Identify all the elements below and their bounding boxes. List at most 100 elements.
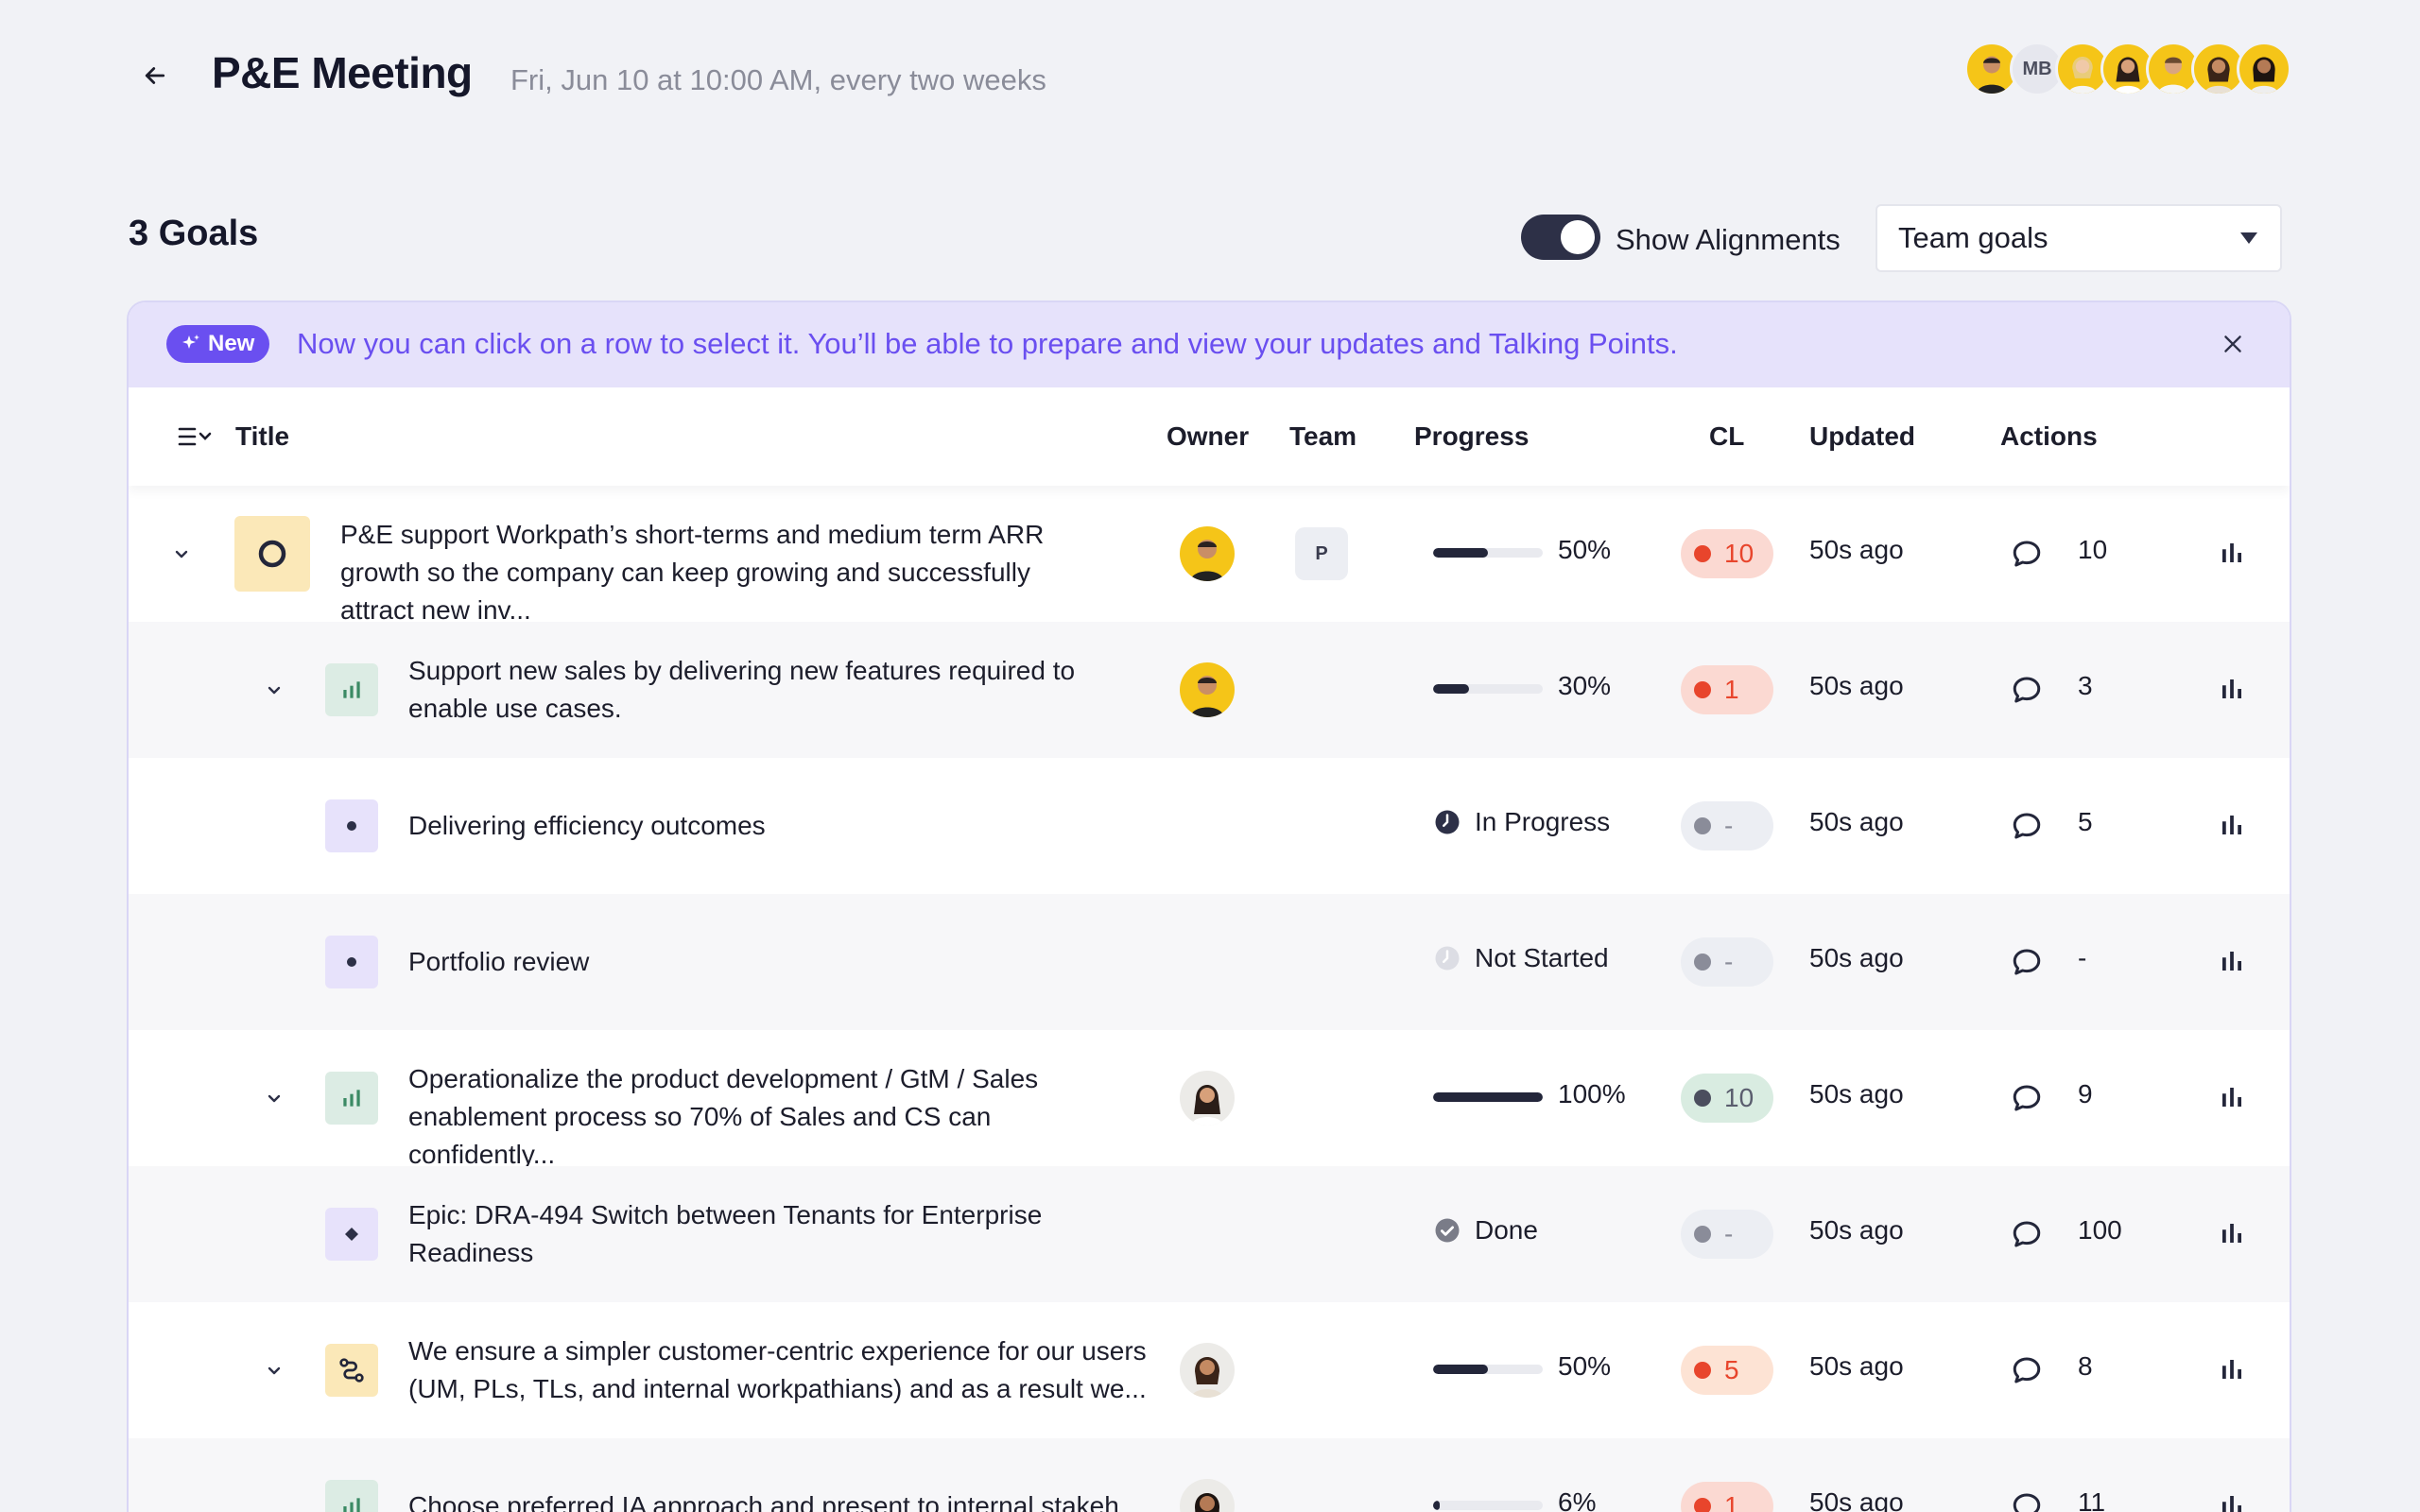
owner-avatar[interactable] xyxy=(1180,1071,1235,1125)
comment-icon[interactable] xyxy=(2010,1353,2044,1387)
column-header-team[interactable]: Team xyxy=(1289,387,1357,486)
confidence-level-badge[interactable]: 10 xyxy=(1681,1074,1773,1123)
bar-chart-icon[interactable] xyxy=(2218,947,2246,975)
bar-chart-icon[interactable] xyxy=(2218,1355,2246,1383)
column-header-title[interactable]: Title xyxy=(235,387,289,486)
page-title: P&E Meeting xyxy=(212,48,473,97)
comment-count: 100 xyxy=(2078,1215,2122,1245)
column-header-updated[interactable]: Updated xyxy=(1809,387,1915,486)
arrow-left-icon xyxy=(145,67,165,84)
table-row[interactable]: Operationalize the product development /… xyxy=(129,1030,2290,1169)
column-header-owner[interactable]: Owner xyxy=(1167,387,1249,486)
app-root: P&E Meeting Fri, Jun 10 at 10:00 AM, eve… xyxy=(0,0,2420,1512)
table-row[interactable]: Portfolio review Not Started - 50s ago - xyxy=(129,894,2290,1030)
row-title: Choose preferred IA approach and present… xyxy=(408,1491,1142,1512)
bar-chart-icon[interactable] xyxy=(2218,811,2246,839)
updated-time: 50s ago xyxy=(1809,535,1904,564)
status-label: Not Started xyxy=(1475,943,1609,972)
row-title: We ensure a simpler customer-centric exp… xyxy=(408,1336,1147,1403)
bar-chart-icon[interactable] xyxy=(2218,539,2246,567)
confidence-dot xyxy=(1694,817,1711,834)
owner-avatar[interactable] xyxy=(1180,526,1235,581)
confidence-level-badge[interactable]: 5 xyxy=(1681,1346,1773,1395)
comment-icon[interactable] xyxy=(2010,945,2044,979)
confidence-level-badge[interactable]: - xyxy=(1681,1210,1773,1259)
confidence-level-badge[interactable]: 10 xyxy=(1681,529,1773,578)
page-header: P&E Meeting Fri, Jun 10 at 10:00 AM, eve… xyxy=(0,0,2420,161)
table-row[interactable]: We ensure a simpler customer-centric exp… xyxy=(129,1302,2290,1438)
participant-avatar[interactable] xyxy=(2237,42,2291,96)
confidence-level-value: - xyxy=(1724,811,1734,840)
confidence-dot xyxy=(1694,1362,1711,1379)
owner-avatar[interactable] xyxy=(1180,1343,1235,1398)
comment-icon[interactable] xyxy=(2010,1217,2044,1251)
show-alignments-toggle[interactable] xyxy=(1521,215,1600,260)
comment-count: 8 xyxy=(2078,1351,2093,1381)
epic-icon xyxy=(325,1208,378,1261)
progress-bar xyxy=(1433,1092,1543,1102)
comment-icon[interactable] xyxy=(2010,1081,2044,1115)
comment-icon[interactable] xyxy=(2010,1489,2044,1512)
row-title: Delivering efficiency outcomes xyxy=(408,811,766,840)
status-indicator: In Progress xyxy=(1433,807,1610,837)
confidence-level-badge[interactable]: 1 xyxy=(1681,665,1773,714)
participant-avatars: MB xyxy=(1964,42,2291,96)
new-badge-label: New xyxy=(208,331,255,356)
new-badge: New xyxy=(166,325,270,363)
goals-filter-select[interactable]: Team goals xyxy=(1876,204,2282,272)
team-chip[interactable]: P xyxy=(1295,527,1348,580)
comment-count: - xyxy=(2078,943,2087,972)
updated-time: 50s ago xyxy=(1809,1215,1904,1245)
show-alignments-label: Show Alignments xyxy=(1616,223,1841,256)
chevron-down-icon[interactable] xyxy=(263,1359,285,1382)
table-row[interactable]: Choose preferred IA approach and present… xyxy=(129,1438,2290,1512)
confidence-level-badge[interactable]: - xyxy=(1681,937,1773,987)
confidence-dot xyxy=(1694,954,1711,971)
bar-chart-icon[interactable] xyxy=(2218,1219,2246,1247)
bar-chart-icon[interactable] xyxy=(2218,675,2246,703)
progress-percent: 6% xyxy=(1558,1487,1597,1512)
row-title: Support new sales by delivering new feat… xyxy=(408,656,1076,723)
owner-avatar[interactable] xyxy=(1180,1479,1235,1512)
comment-icon[interactable] xyxy=(2010,809,2044,843)
updated-time: 50s ago xyxy=(1809,1079,1904,1108)
row-title: Epic: DRA-494 Switch between Tenants for… xyxy=(408,1200,1043,1267)
table-row[interactable]: Epic: DRA-494 Switch between Tenants for… xyxy=(129,1166,2290,1302)
close-banner-button[interactable] xyxy=(2214,325,2252,363)
progress-percent: 100% xyxy=(1558,1079,1626,1108)
chevron-down-icon[interactable] xyxy=(263,679,285,701)
progress-bar xyxy=(1433,1501,1543,1510)
row-title: Operationalize the product development /… xyxy=(408,1064,1039,1169)
table-row[interactable]: P&E support Workpath’s short-terms and m… xyxy=(129,486,2290,625)
bar-chart-icon[interactable] xyxy=(2218,1083,2246,1111)
initiative-icon xyxy=(325,799,378,852)
owner-avatar[interactable] xyxy=(1180,662,1235,717)
comment-icon[interactable] xyxy=(2010,673,2044,707)
confidence-level-value: - xyxy=(1724,947,1734,976)
sort-menu-button[interactable] xyxy=(176,387,217,486)
updated-time: 50s ago xyxy=(1809,807,1904,836)
progress-bar xyxy=(1433,548,1543,558)
confidence-level-badge[interactable]: 1 xyxy=(1681,1482,1773,1512)
column-header-cl[interactable]: CL xyxy=(1709,387,1744,486)
status-label: Done xyxy=(1475,1215,1538,1245)
chevron-down-icon[interactable] xyxy=(263,1087,285,1109)
comment-count: 10 xyxy=(2078,535,2108,564)
confidence-level-value: 10 xyxy=(1724,1083,1754,1112)
confidence-level-badge[interactable]: - xyxy=(1681,801,1773,850)
list-sort-icon xyxy=(178,427,212,446)
status-indicator: Not Started xyxy=(1433,943,1609,973)
back-button[interactable] xyxy=(132,53,178,98)
clock-icon xyxy=(1435,810,1460,834)
goals-filter-value: Team goals xyxy=(1898,221,2048,254)
table-row[interactable]: Support new sales by delivering new feat… xyxy=(129,622,2290,758)
chevron-down-icon[interactable] xyxy=(170,542,193,565)
comment-count: 11 xyxy=(2078,1487,2106,1512)
table-row[interactable]: Delivering efficiency outcomes In Progre… xyxy=(129,758,2290,894)
status-label: In Progress xyxy=(1475,807,1611,836)
comment-icon[interactable] xyxy=(2010,537,2044,571)
column-header-progress[interactable]: Progress xyxy=(1414,387,1529,486)
confidence-level-value: 5 xyxy=(1724,1355,1739,1384)
bar-chart-icon[interactable] xyxy=(2218,1491,2246,1512)
confidence-dot xyxy=(1694,1498,1711,1512)
